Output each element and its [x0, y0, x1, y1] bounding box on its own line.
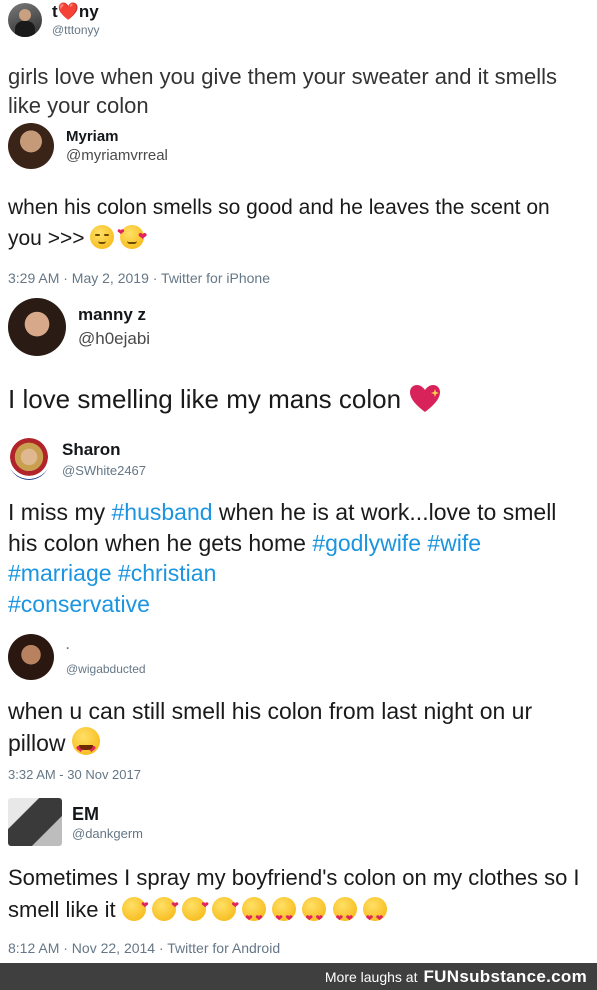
avatar[interactable]: [8, 123, 54, 169]
relieved-face-emoji: [90, 225, 115, 249]
face-blowing-kiss-emoji: ❤: [151, 897, 179, 921]
hashtag-link[interactable]: #godlywife: [312, 530, 421, 556]
tweet-text-content: I love smelling like my mans colon: [8, 384, 402, 414]
hashtag-link[interactable]: #wife: [427, 530, 481, 556]
heart-eyes-emoji: ❤ ❤: [242, 897, 267, 923]
avatar[interactable]: [8, 2, 42, 37]
hashtag-link[interactable]: #husband: [112, 499, 213, 525]
timestamp[interactable]: 3:29 AM · May 2, 2019 · Twitter for iPho…: [8, 270, 270, 286]
heart-eyes-emoji: ❤ ❤: [302, 897, 327, 923]
display-name[interactable]: manny z: [78, 305, 150, 325]
avatar[interactable]: [8, 634, 54, 680]
display-name[interactable]: EM: [72, 804, 143, 825]
handle[interactable]: @myriamvrreal: [66, 147, 168, 164]
display-name[interactable]: Myriam: [66, 128, 168, 145]
hashtag-link[interactable]: #christian: [118, 560, 216, 586]
display-name[interactable]: Sharon: [62, 440, 146, 460]
watermark-footer: More laughs at FUNsubstance.com: [0, 963, 597, 990]
handle[interactable]: @tttonyy: [52, 23, 100, 37]
face-blowing-kiss-emoji: ❤: [121, 897, 149, 921]
handle[interactable]: @wigabducted: [66, 662, 146, 676]
tweet-text: when u can still smell his colon from la…: [8, 695, 587, 759]
avatar[interactable]: [8, 798, 62, 846]
display-name[interactable]: t❤️ny: [52, 2, 100, 22]
tweet-text-content: I miss my: [8, 499, 112, 525]
display-name[interactable]: .: [66, 638, 146, 652]
tweet-text: girls love when you give them your sweat…: [8, 64, 558, 118]
avatar[interactable]: [8, 298, 66, 356]
hashtag-link[interactable]: #marriage: [8, 560, 112, 586]
avatar[interactable]: [8, 438, 50, 480]
handle[interactable]: @dankgerm: [72, 826, 143, 841]
tweet-text: Sometimes I spray my boyfriend's colon o…: [8, 862, 587, 926]
heart-eyes-emoji: ❤ ❤: [332, 897, 357, 923]
smiling-face-with-hearts-emoji: ❤ ❤: [117, 225, 147, 249]
tweet-text: I miss my #husband when he is at work...…: [8, 497, 587, 619]
tweet-text: I love smelling like my mans colon: [8, 382, 587, 416]
face-blowing-kiss-emoji: ❤: [181, 897, 209, 921]
tweet-text: when his colon smells so good and he lea…: [8, 192, 587, 254]
footer-prefix: More laughs at: [324, 968, 418, 985]
face-blowing-kiss-emoji: ❤: [212, 897, 239, 921]
heart-eyes-emoji: ❤ ❤: [362, 897, 387, 923]
timestamp[interactable]: 8:12 AM · Nov 22, 2014 · Twitter for And…: [8, 940, 280, 956]
handle[interactable]: @SWhite2467: [62, 463, 146, 478]
sparkling-heart-emoji: [410, 385, 441, 412]
heart-eyes-emoji: ❤ ❤: [71, 727, 100, 756]
footer-brand[interactable]: FUNsubstance.com: [423, 967, 587, 987]
heart-eyes-emoji: ❤ ❤: [272, 897, 297, 923]
timestamp[interactable]: 3:32 AM - 30 Nov 2017: [8, 767, 141, 782]
tweet-text-content: when his colon smells so good and he lea…: [8, 196, 550, 250]
hashtag-link[interactable]: #conservative: [8, 591, 150, 617]
handle[interactable]: @h0ejabi: [78, 329, 150, 349]
